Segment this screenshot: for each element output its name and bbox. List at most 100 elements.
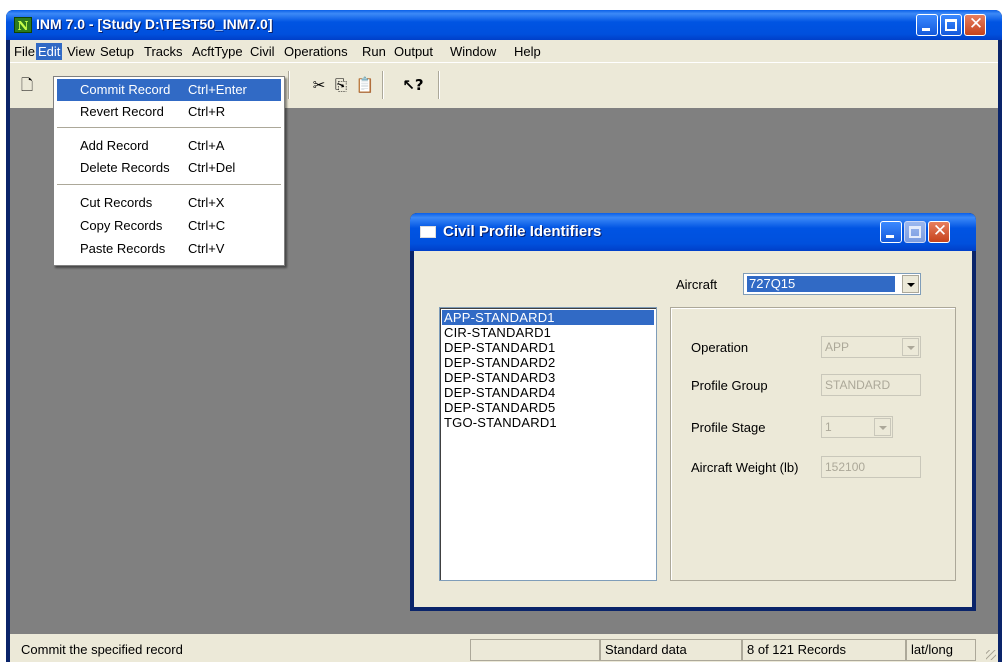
menu-run[interactable]: Run <box>360 43 388 60</box>
operation-label: Operation <box>691 340 749 355</box>
list-item[interactable]: DEP-STANDARD4 <box>442 385 654 400</box>
menu-item-add-record[interactable]: Add Record Ctrl+A <box>57 135 281 157</box>
menu-item-shortcut: Ctrl+R <box>188 104 226 119</box>
menu-item-revert-record[interactable]: Revert Record Ctrl+R <box>57 101 281 123</box>
menu-edit[interactable]: Edit <box>36 43 63 60</box>
paste-icon[interactable]: 📋 <box>354 73 376 97</box>
status-record-count: 8 of 121 Records <box>742 639 906 661</box>
status-message: Commit the specified record <box>21 642 183 657</box>
menu-setup[interactable]: Setup <box>98 43 136 60</box>
resize-grip[interactable] <box>986 650 996 660</box>
status-data-source: Standard data <box>600 639 742 661</box>
menu-item-label: Add Record <box>80 138 149 153</box>
toolbar-separator <box>438 71 440 99</box>
app-icon[interactable]: N <box>14 17 32 33</box>
list-item[interactable]: CIR-STANDARD1 <box>442 325 654 340</box>
menu-separator <box>57 184 281 186</box>
civil-profile-identifiers-window: Civil Profile Identifiers ✕ Aircraft 727… <box>410 213 976 611</box>
status-bar: Commit the specified record Standard dat… <box>10 634 998 662</box>
cut-icon[interactable]: ✂ <box>308 73 330 97</box>
menu-item-label: Copy Records <box>80 218 163 233</box>
context-help-icon[interactable]: ↖? <box>402 73 424 97</box>
operation-value: APP <box>825 340 850 354</box>
profile-stage-label: Profile Stage <box>691 420 766 435</box>
menu-item-shortcut: Ctrl+V <box>188 241 225 256</box>
child-close-button[interactable]: ✕ <box>928 221 950 243</box>
child-window-title: Civil Profile Identifiers <box>443 223 602 240</box>
menu-item-copy-records[interactable]: Copy Records Ctrl+C <box>57 215 281 237</box>
title-bar[interactable]: N INM 7.0 - [Study D:\TEST50_INM7.0] ✕ <box>6 10 1002 40</box>
maximize-icon <box>909 226 921 238</box>
chevron-down-icon <box>902 338 919 356</box>
menu-item-label: Paste Records <box>80 241 166 256</box>
chevron-down-icon <box>874 418 891 436</box>
aircraft-weight-label: Aircraft Weight (lb) <box>691 460 799 475</box>
child-maximize-button[interactable] <box>904 221 926 243</box>
menu-item-shortcut: Ctrl+X <box>188 195 225 210</box>
menu-help[interactable]: Help <box>512 43 543 60</box>
edit-dropdown-menu: Commit Record Ctrl+Enter Revert Record C… <box>53 76 285 266</box>
status-pane-blank <box>470 639 600 661</box>
menu-item-label: Commit Record <box>80 82 171 97</box>
menu-file[interactable]: File <box>12 43 37 60</box>
menu-view[interactable]: View <box>65 43 97 60</box>
profile-group-value: STANDARD <box>825 378 891 392</box>
aircraft-weight-value: 152100 <box>825 460 866 474</box>
menu-tracks[interactable]: Tracks <box>142 43 185 60</box>
menu-item-cut-records[interactable]: Cut Records Ctrl+X <box>57 192 281 214</box>
profile-stage-select: 1 <box>821 416 893 438</box>
menu-separator <box>57 127 281 129</box>
window-icon[interactable] <box>420 226 436 238</box>
list-item[interactable]: TGO-STANDARD1 <box>442 415 654 430</box>
maximize-button[interactable] <box>940 14 962 36</box>
list-item[interactable]: DEP-STANDARD5 <box>442 400 654 415</box>
profile-list[interactable]: APP-STANDARD1 CIR-STANDARD1 DEP-STANDARD… <box>439 307 657 581</box>
menu-item-label: Delete Records <box>80 160 170 175</box>
menu-output[interactable]: Output <box>392 43 435 60</box>
operation-select: APP <box>821 336 921 358</box>
list-item[interactable]: APP-STANDARD1 <box>442 310 654 325</box>
list-item[interactable]: DEP-STANDARD2 <box>442 355 654 370</box>
menu-item-shortcut: Ctrl+Del <box>188 160 236 175</box>
menu-operations[interactable]: Operations <box>282 43 350 60</box>
menu-item-label: Revert Record <box>80 104 164 119</box>
close-icon: ✕ <box>968 14 984 34</box>
close-button[interactable]: ✕ <box>964 14 986 36</box>
child-minimize-button[interactable] <box>880 221 902 243</box>
dialog-body: Aircraft 727Q15 APP-STANDARD1 CIR-STANDA… <box>414 251 972 607</box>
maximize-icon <box>945 19 957 31</box>
menu-item-shortcut: Ctrl+Enter <box>188 82 247 97</box>
chevron-down-icon[interactable] <box>902 275 919 293</box>
minimize-icon <box>922 28 930 31</box>
minimize-button[interactable] <box>916 14 938 36</box>
status-coords: lat/long <box>906 639 976 661</box>
aircraft-weight-field: 152100 <box>821 456 921 478</box>
copy-icon[interactable]: ⎘ <box>330 73 352 97</box>
child-title-bar[interactable]: Civil Profile Identifiers ✕ <box>410 213 976 251</box>
menu-civil[interactable]: Civil <box>248 43 277 60</box>
menu-window[interactable]: Window <box>448 43 498 60</box>
profile-details-panel: Operation APP Profile Group STANDARD Pro… <box>670 307 956 581</box>
window-title: INM 7.0 - [Study D:\TEST50_INM7.0] <box>36 16 273 32</box>
aircraft-value: 727Q15 <box>747 276 895 292</box>
menu-item-label: Cut Records <box>80 195 153 210</box>
menu-bar: File Edit View Setup Tracks AcftType Civ… <box>10 40 998 62</box>
close-icon: ✕ <box>932 221 948 241</box>
aircraft-label: Aircraft <box>676 277 718 292</box>
new-document-icon[interactable]: 🗋 <box>16 73 38 97</box>
minimize-icon <box>886 235 894 238</box>
menu-item-shortcut: Ctrl+A <box>188 138 225 153</box>
menu-item-commit-record[interactable]: Commit Record Ctrl+Enter <box>57 79 281 101</box>
profile-group-label: Profile Group <box>691 378 768 393</box>
toolbar-separator <box>288 71 290 99</box>
profile-group-field: STANDARD <box>821 374 921 396</box>
aircraft-select[interactable]: 727Q15 <box>743 273 921 295</box>
menu-acfttype[interactable]: AcftType <box>190 43 245 60</box>
profile-stage-value: 1 <box>825 420 832 434</box>
toolbar-separator <box>382 71 384 99</box>
menu-item-shortcut: Ctrl+C <box>188 218 226 233</box>
list-item[interactable]: DEP-STANDARD3 <box>442 370 654 385</box>
list-item[interactable]: DEP-STANDARD1 <box>442 340 654 355</box>
menu-item-paste-records[interactable]: Paste Records Ctrl+V <box>57 238 281 260</box>
menu-item-delete-records[interactable]: Delete Records Ctrl+Del <box>57 157 281 179</box>
